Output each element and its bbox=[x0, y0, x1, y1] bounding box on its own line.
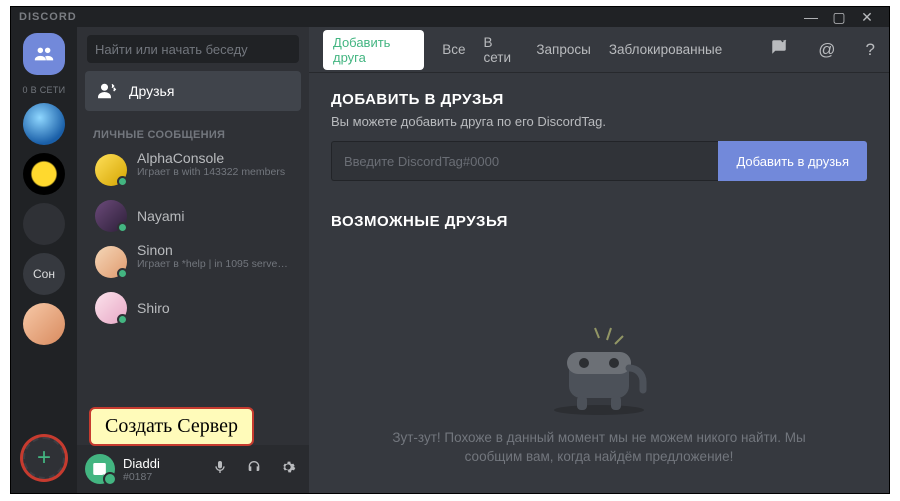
main-content: Добавить друга Все В сети Запросы Заблок… bbox=[309, 27, 889, 493]
avatar bbox=[95, 292, 127, 324]
friends-label: Друзья bbox=[129, 83, 174, 99]
possible-friends-title: ВОЗМОЖНЫЕ ДРУЗЬЯ bbox=[331, 213, 867, 230]
deafen-button[interactable] bbox=[241, 459, 267, 479]
dm-sub: Играет в *help | in 1095 servers "_" bbox=[137, 258, 291, 270]
new-dm-icon[interactable] bbox=[770, 38, 788, 61]
guild-icon[interactable]: Сон bbox=[23, 253, 65, 295]
dm-item[interactable]: Shiro bbox=[85, 288, 301, 328]
wumpus-illustration bbox=[529, 318, 669, 418]
titlebar: DISCORD — ▢ ✕ bbox=[11, 7, 889, 27]
mute-mic-button[interactable] bbox=[207, 459, 233, 479]
window-maximize[interactable]: ▢ bbox=[825, 9, 853, 26]
tab-blocked[interactable]: Заблокированные bbox=[609, 42, 722, 57]
person-wave-icon bbox=[97, 81, 117, 101]
wordmark: DISCORD bbox=[19, 11, 77, 23]
dm-name: Shiro bbox=[137, 300, 170, 316]
tab-pending[interactable]: Запросы bbox=[536, 42, 590, 57]
guild-icon[interactable] bbox=[23, 203, 65, 245]
window-close[interactable]: ✕ bbox=[853, 9, 881, 26]
guild-icon[interactable] bbox=[23, 303, 65, 345]
window-minimize[interactable]: — bbox=[797, 9, 825, 25]
friends-icon bbox=[33, 43, 55, 65]
self-avatar[interactable] bbox=[85, 454, 115, 484]
tab-all[interactable]: Все bbox=[442, 42, 465, 57]
help-icon[interactable]: ? bbox=[866, 40, 875, 60]
tab-online[interactable]: В сети bbox=[484, 35, 519, 65]
guild-icon[interactable] bbox=[23, 103, 65, 145]
dm-item[interactable]: SinonИграет в *help | in 1095 servers "_… bbox=[85, 238, 301, 286]
home-button[interactable] bbox=[23, 33, 65, 75]
user-settings-button[interactable] bbox=[275, 459, 301, 479]
guild-rail: 0 В СЕТИ Сон + bbox=[11, 27, 77, 493]
self-username: Diaddi bbox=[123, 456, 199, 471]
add-server-button[interactable]: + bbox=[23, 437, 65, 479]
friends-tab[interactable]: Друзья bbox=[85, 71, 301, 111]
submit-add-friend-button[interactable]: Добавить в друзья bbox=[718, 141, 867, 181]
avatar bbox=[95, 246, 127, 278]
add-friend-pill[interactable]: Добавить друга bbox=[323, 30, 424, 70]
discord-logo-icon bbox=[91, 460, 109, 478]
self-tag: #0187 bbox=[123, 471, 199, 483]
dm-section-header: ЛИЧНЫЕ СООБЩЕНИЯ bbox=[77, 119, 309, 145]
topbar: Добавить друга Все В сети Запросы Заблок… bbox=[309, 27, 889, 73]
dm-item[interactable]: AlphaConsoleИграет в with 143322 members bbox=[85, 146, 301, 194]
add-friend-sub: Вы можете добавить друга по его DiscordT… bbox=[331, 114, 867, 129]
avatar bbox=[95, 200, 127, 232]
avatar bbox=[95, 154, 127, 186]
tooltip-create-server: Создать Сервер bbox=[89, 407, 254, 446]
user-panel: Diaddi #0187 bbox=[77, 445, 309, 493]
search-placeholder: Найти или начать беседу bbox=[95, 42, 248, 57]
discordtag-input[interactable] bbox=[331, 141, 718, 181]
dm-item[interactable]: Nayami bbox=[85, 196, 301, 236]
empty-state-text: Зут-зут! Похоже в данный момент мы не мо… bbox=[369, 428, 829, 467]
search-input[interactable]: Найти или начать беседу bbox=[87, 35, 299, 63]
dm-name: AlphaConsole bbox=[137, 150, 285, 166]
mentions-icon[interactable]: @ bbox=[818, 40, 835, 60]
dm-name: Sinon bbox=[137, 242, 291, 258]
dm-name: Nayami bbox=[137, 208, 184, 224]
online-count-label: 0 В СЕТИ bbox=[23, 85, 66, 95]
add-friend-title: ДОБАВИТЬ В ДРУЗЬЯ bbox=[331, 91, 867, 108]
guild-icon[interactable] bbox=[23, 153, 65, 195]
empty-state: Зут-зут! Похоже в данный момент мы не мо… bbox=[331, 236, 867, 475]
dm-sub: Играет в with 143322 members bbox=[137, 166, 285, 178]
